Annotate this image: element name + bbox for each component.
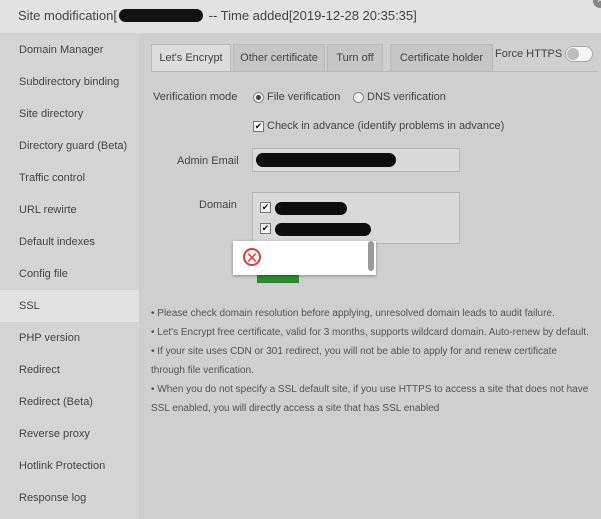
tab-divider (151, 71, 599, 72)
window-title: Site modification[ -- Time added[2019-12… (18, 8, 417, 23)
admin-email-label: Admin Email (177, 155, 239, 167)
sidebar-item-site-directory[interactable]: Site directory (0, 98, 139, 130)
note-item: • Let's Encrypt free certificate, valid … (151, 327, 589, 338)
redacted-domain-1 (275, 202, 347, 215)
file-verification-label: File verification (267, 91, 341, 103)
error-popup: ✕ (233, 241, 376, 275)
admin-email-input[interactable] (252, 148, 460, 172)
sidebar-item-directory-guard[interactable]: Directory guard (Beta) (0, 130, 139, 162)
domain-checkbox-2[interactable]: ✔ (260, 223, 271, 234)
sidebar-item-reverse-proxy[interactable]: Reverse proxy (0, 418, 139, 450)
error-icon: ✕ (243, 248, 261, 267)
note-item: • When you do not specify a SSL default … (151, 384, 589, 414)
sidebar-item-default-indexes[interactable]: Default indexes (0, 226, 139, 258)
check-advance-checkbox[interactable]: ✔ (253, 121, 264, 132)
tab-lets-encrypt[interactable]: Let's Encrypt (151, 44, 231, 72)
apply-button[interactable] (257, 274, 299, 283)
sidebar-item-subdirectory-binding[interactable]: Subdirectory binding (0, 66, 139, 98)
domain-checkbox-1[interactable]: ✔ (260, 202, 271, 213)
sidebar-item-traffic-control[interactable]: Traffic control (0, 162, 139, 194)
file-verification-radio[interactable] (253, 92, 264, 103)
sidebar-item-url-rewrite[interactable]: URL rewirte (0, 194, 139, 226)
sidebar-item-php-version[interactable]: PHP version (0, 322, 139, 354)
note-item: • If your site uses CDN or 301 redirect,… (151, 346, 557, 376)
force-https-label: Force HTTPS (495, 48, 563, 60)
window-title-prefix: Site modification[ (18, 8, 117, 23)
domain-list: ✔ ✔ (252, 192, 460, 244)
sidebar-item-hotlink-protection[interactable]: Hotlink Protection (0, 450, 139, 482)
ssl-notes: • Please check domain resolution before … (151, 304, 591, 418)
popup-scrollbar[interactable] (368, 241, 374, 271)
dns-verification-radio[interactable] (353, 92, 364, 103)
close-icon[interactable]: × (593, 0, 601, 8)
redacted-domain-2 (275, 223, 371, 236)
dns-verification-label: DNS verification (367, 91, 446, 103)
toggle-knob (567, 48, 579, 60)
tab-turn-off[interactable]: Turn off (327, 44, 383, 72)
domain-label: Domain (199, 199, 237, 211)
verification-mode-label: Verification mode (153, 91, 238, 103)
tab-other-certificate[interactable]: Other certificate (233, 44, 325, 72)
sidebar-item-response-log[interactable]: Response log (0, 482, 139, 514)
sidebar-item-domain-manager[interactable]: Domain Manager (0, 34, 139, 66)
sidebar-item-redirect[interactable]: Redirect (0, 354, 139, 386)
check-advance-label: Check in advance (identify problems in a… (267, 120, 505, 132)
redacted-site-name (119, 9, 203, 22)
window-title-suffix: -- Time added[2019-12-28 20:35:35] (205, 8, 417, 23)
tab-certificate-holder[interactable]: Certificate holder (390, 44, 493, 72)
redacted-email (256, 153, 396, 167)
window-titlebar: Site modification[ -- Time added[2019-12… (0, 0, 601, 34)
sidebar-item-redirect-beta[interactable]: Redirect (Beta) (0, 386, 139, 418)
sidebar: Domain Manager Subdirectory binding Site… (0, 34, 139, 519)
force-https-toggle[interactable] (565, 46, 593, 62)
ssl-panel: Let's Encrypt Other certificate Turn off… (139, 34, 601, 519)
sidebar-item-ssl[interactable]: SSL (0, 290, 139, 322)
sidebar-item-config-file[interactable]: Config file (0, 258, 139, 290)
note-item: • Please check domain resolution before … (151, 308, 555, 319)
